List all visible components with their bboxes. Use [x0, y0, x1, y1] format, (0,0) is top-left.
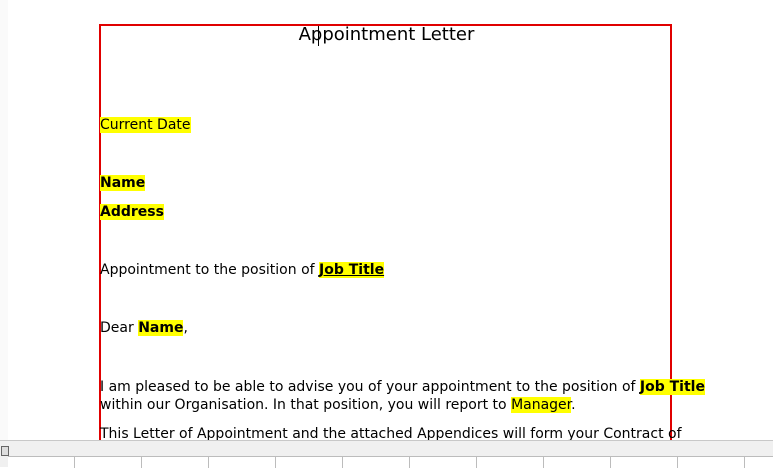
page-boundary	[99, 24, 672, 440]
body-line-1[interactable]: I am pleased to be able to advise you of…	[100, 379, 705, 395]
document-title[interactable]: Appointment Letter	[0, 24, 773, 45]
salutation-comma: ,	[183, 320, 188, 336]
subject-text: Appointment to the position of	[100, 262, 320, 278]
salutation-line[interactable]: Dear Name,	[100, 320, 188, 336]
subject-line[interactable]: Appointment to the position of Job Title	[100, 262, 385, 278]
name-line[interactable]: Name	[100, 175, 146, 191]
horizontal-ruler	[8, 456, 773, 468]
subject-job-title-field[interactable]: Job Title	[319, 262, 385, 278]
date-line[interactable]: Current Date	[100, 117, 191, 133]
body-text-2: within our Organisation. In that positio…	[100, 397, 512, 413]
current-date-field[interactable]: Current Date	[100, 117, 191, 133]
manager-field[interactable]: Manager	[511, 397, 572, 413]
body-line-2[interactable]: within our Organisation. In that positio…	[100, 397, 576, 413]
recipient-name-field[interactable]: Name	[100, 175, 146, 191]
document-view-icon[interactable]	[1, 446, 9, 456]
text-cursor	[318, 26, 319, 46]
recipient-address-field[interactable]: Address	[100, 204, 164, 220]
salutation-text: Dear	[100, 320, 139, 336]
body-text-1: I am pleased to be able to advise you of…	[100, 379, 640, 395]
salutation-name-field[interactable]: Name	[138, 320, 184, 336]
address-line[interactable]: Address	[100, 204, 164, 220]
body-period: .	[571, 397, 576, 413]
body-job-title-field[interactable]: Job Title	[639, 379, 705, 395]
